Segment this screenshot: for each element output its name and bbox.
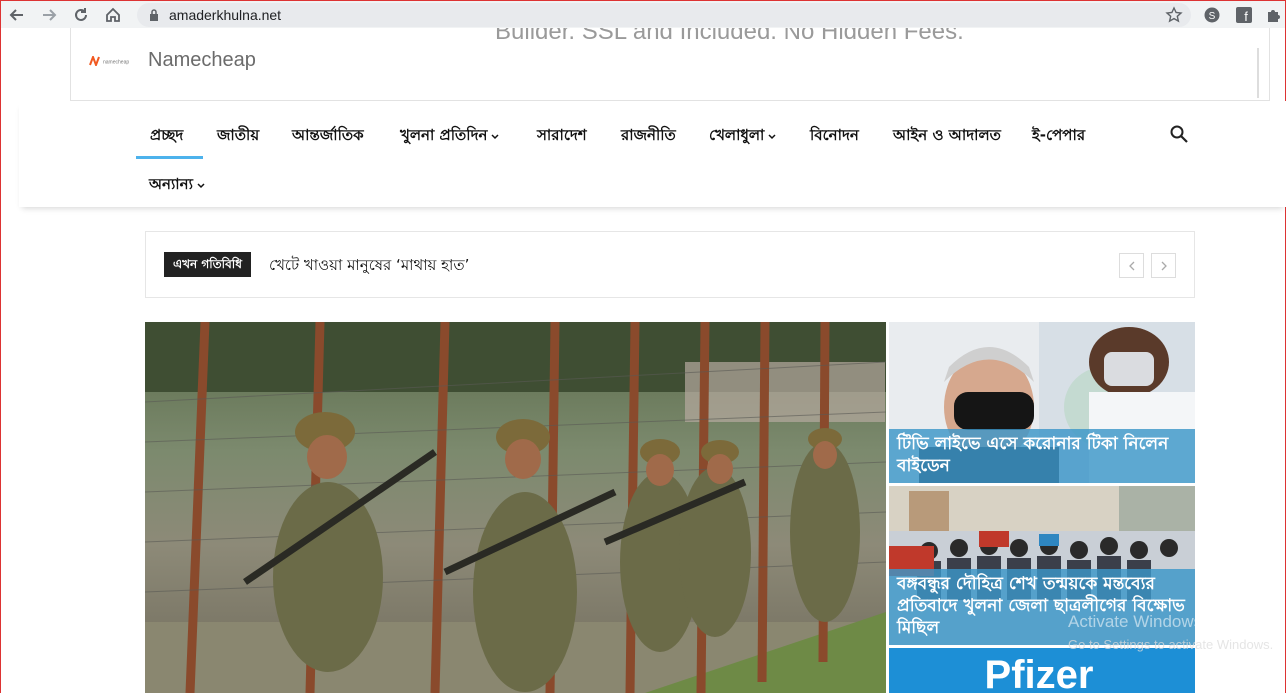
ad-scrollbar[interactable] <box>1257 48 1259 98</box>
puzzle-extension-icon[interactable] <box>1265 6 1283 24</box>
nav-item-label: খেলাধুলা <box>709 126 765 144</box>
facebook-extension-icon[interactable]: f <box>1235 6 1253 24</box>
nav-item-countrywide[interactable]: সারাদেশ <box>537 124 587 149</box>
nav-item-label: খুলনা প্রতিদিন <box>400 126 488 144</box>
svg-text:namecheap: namecheap <box>103 60 129 66</box>
featured-side-title[interactable]: বঙ্গবন্ধুর দৌহিত্র শেখ তন্ময়কে মন্তব্যে… <box>889 569 1195 645</box>
search-icon[interactable] <box>1169 124 1189 144</box>
ticker-headline[interactable]: খেটে খাওয়া মানুষের ‘মাথায় হাত’ <box>269 254 469 279</box>
nav-item-entertainment[interactable]: বিনোদন <box>810 124 859 149</box>
arrow-left-icon <box>9 9 23 21</box>
ticker-prev-button[interactable] <box>1119 253 1144 278</box>
ad-banner[interactable]: Builder. SSL and Included. No Hidden Fee… <box>70 28 1270 101</box>
os-activation-watermark-sub: Go to Settings to activate Windows. <box>1068 637 1274 652</box>
namecheap-logo: namecheap <box>89 56 129 66</box>
ticker-tag: এখন গতিবিধি <box>164 252 251 277</box>
chevron-left-icon <box>1128 261 1134 270</box>
nav-item-home[interactable]: প্রচ্ছদ <box>150 124 183 149</box>
chevron-down-icon <box>768 133 776 139</box>
nav-item-others[interactable]: অন্যান্য <box>149 173 205 198</box>
news-ticker: এখন গতিবিধি খেটে খাওয়া মানুষের ‘মাথায় … <box>145 231 1195 298</box>
browser-toolbar: amaderkhulna.net S f <box>0 0 1286 28</box>
active-nav-indicator <box>136 156 203 159</box>
nav-item-international[interactable]: আন্তর্জাতিক <box>292 124 364 149</box>
reload-icon <box>75 8 87 21</box>
nav-item-sports[interactable]: খেলাধুলা <box>709 124 776 149</box>
ad-tagline: Builder. SSL and Included. No Hidden Fee… <box>495 28 964 45</box>
nav-item-label: সারাদেশ <box>537 126 587 144</box>
os-activation-watermark: Activate Windows <box>1068 612 1203 631</box>
skype-extension-icon[interactable]: S <box>1203 6 1221 24</box>
nav-item-label: আইন ও আদালত <box>893 126 1001 144</box>
featured-side-story[interactable]: Pfizer <box>889 648 1195 693</box>
nav-item-label: প্রচ্ছদ <box>150 126 184 144</box>
nav-item-label: অন্যান্য <box>149 175 193 193</box>
featured-main-story[interactable] <box>145 322 886 693</box>
nav-item-label: রাজনীতি <box>621 126 676 144</box>
pfizer-photo: Pfizer <box>889 648 1195 693</box>
bookmark-star-icon[interactable] <box>1165 6 1183 24</box>
featured-side-story[interactable]: টিভি লাইভে এসে করোনার টিকা নিলেন বাইডেন <box>889 322 1195 483</box>
chevron-down-icon <box>197 182 205 188</box>
nav-item-label: আন্তর্জাতিক <box>292 126 364 144</box>
forward-button[interactable] <box>39 5 59 25</box>
reload-button[interactable] <box>71 5 91 25</box>
main-navigation: প্রচ্ছদ জাতীয় আন্তর্জাতিক খুলনা প্রতিদি… <box>19 101 1286 207</box>
window-border-left <box>0 28 1 693</box>
chevron-down-icon <box>491 133 499 139</box>
back-button[interactable] <box>7 5 27 25</box>
chevron-right-icon <box>1161 261 1167 270</box>
svg-text:Pfizer: Pfizer <box>985 653 1094 693</box>
svg-text:f: f <box>1244 9 1248 24</box>
arrow-right-icon <box>43 9 57 21</box>
border-soldiers-photo <box>145 322 886 693</box>
nav-item-khulna-daily[interactable]: খুলনা প্রতিদিন <box>400 124 499 149</box>
nav-item-label: বিনোদন <box>810 126 859 144</box>
nav-item-law-court[interactable]: আইন ও আদালত <box>893 124 1001 149</box>
address-bar[interactable]: amaderkhulna.net <box>137 3 1191 27</box>
ticker-next-button[interactable] <box>1151 253 1176 278</box>
url-text: amaderkhulna.net <box>169 7 282 23</box>
lock-icon <box>150 9 158 21</box>
nav-item-label: ই-পেপার <box>1032 126 1086 144</box>
nav-item-epaper[interactable]: ই-পেপার <box>1032 124 1085 149</box>
nav-item-politics[interactable]: রাজনীতি <box>621 124 676 149</box>
nav-item-national[interactable]: জাতীয় <box>217 124 259 149</box>
nav-item-label: জাতীয় <box>217 126 260 144</box>
home-icon <box>106 7 120 22</box>
featured-side-title[interactable]: টিভি লাইভে এসে করোনার টিকা নিলেন বাইডেন <box>889 429 1195 483</box>
svg-text:S: S <box>1209 11 1216 22</box>
ad-brand: Namecheap <box>148 49 256 71</box>
home-button[interactable] <box>103 5 123 25</box>
